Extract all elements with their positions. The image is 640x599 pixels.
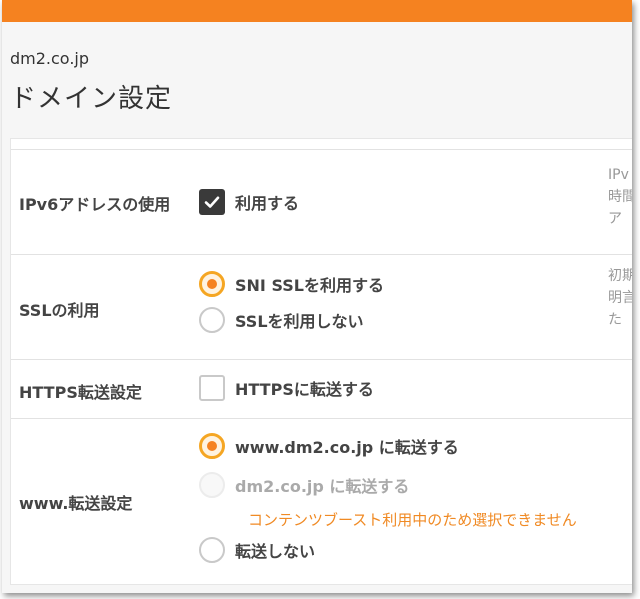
www-label: www.転送設定 bbox=[19, 494, 133, 513]
domain-name: dm2.co.jp bbox=[10, 49, 89, 68]
www-row: www.転送設定 www.dm2.co.jp に転送する dm2.co.jp に… bbox=[11, 418, 632, 585]
checkbox-unchecked-icon[interactable] bbox=[199, 375, 225, 401]
www-option-naked-label: dm2.co.jp に転送する bbox=[235, 477, 410, 496]
radio-disabled-icon bbox=[199, 472, 225, 498]
www-option-naked-disabled: dm2.co.jp に転送する bbox=[199, 472, 409, 498]
radio-selected-icon[interactable] bbox=[199, 433, 225, 459]
radio-unselected-icon[interactable] bbox=[199, 307, 225, 333]
settings-panel: IPv6アドレスの使用 利用する IPv 時間 ア SSLの利用 SNI SSL… bbox=[10, 138, 632, 585]
top-accent-bar bbox=[2, 0, 632, 22]
ssl-help-text: 初期 明言 た bbox=[608, 265, 632, 331]
help-line: た bbox=[608, 312, 622, 328]
ipv6-row: IPv6アドレスの使用 利用する IPv 時間 ア bbox=[11, 149, 632, 254]
help-line: ア bbox=[608, 211, 622, 227]
ssl-option-none-label: SSLを利用しない bbox=[235, 312, 364, 331]
page-title: ドメイン設定 bbox=[10, 84, 173, 114]
https-row: HTTPS転送設定 HTTPSに転送する bbox=[11, 359, 632, 418]
help-line: 初期 bbox=[608, 268, 632, 284]
ssl-option-sni[interactable]: SNI SSLを利用する bbox=[199, 271, 384, 297]
ipv6-option-label: 利用する bbox=[235, 194, 300, 213]
ssl-option-sni-label: SNI SSLを利用する bbox=[235, 276, 384, 295]
ipv6-help-text: IPv 時間 ア bbox=[608, 164, 632, 230]
www-option-www-label: www.dm2.co.jp に転送する bbox=[235, 438, 459, 457]
www-warning-text: コンテンツブースト利用中のため選択できません bbox=[248, 511, 577, 529]
ipv6-checkbox-option[interactable]: 利用する bbox=[199, 189, 299, 215]
checkbox-checked-icon[interactable] bbox=[199, 189, 225, 215]
https-label: HTTPS転送設定 bbox=[19, 383, 142, 402]
settings-window: dm2.co.jp ドメイン設定 IPv6アドレスの使用 利用する IPv 時間… bbox=[2, 0, 632, 593]
www-option-none-label: 転送しない bbox=[235, 542, 316, 561]
help-line: 時間 bbox=[608, 189, 632, 205]
www-option-none[interactable]: 転送しない bbox=[199, 537, 315, 563]
ipv6-label: IPv6アドレスの使用 bbox=[19, 195, 171, 214]
https-option-label: HTTPSに転送する bbox=[235, 380, 374, 399]
help-line: 明言 bbox=[608, 290, 632, 306]
help-line: IPv bbox=[608, 167, 629, 183]
radio-selected-icon[interactable] bbox=[199, 271, 225, 297]
ssl-option-none[interactable]: SSLを利用しない bbox=[199, 307, 364, 333]
ssl-label: SSLの利用 bbox=[19, 301, 100, 320]
www-option-www[interactable]: www.dm2.co.jp に転送する bbox=[199, 433, 459, 459]
ssl-row: SSLの利用 SNI SSLを利用する SSLを利用しない 初期 明言 た bbox=[11, 254, 632, 359]
https-checkbox-option[interactable]: HTTPSに転送する bbox=[199, 375, 374, 401]
radio-unselected-icon[interactable] bbox=[199, 537, 225, 563]
